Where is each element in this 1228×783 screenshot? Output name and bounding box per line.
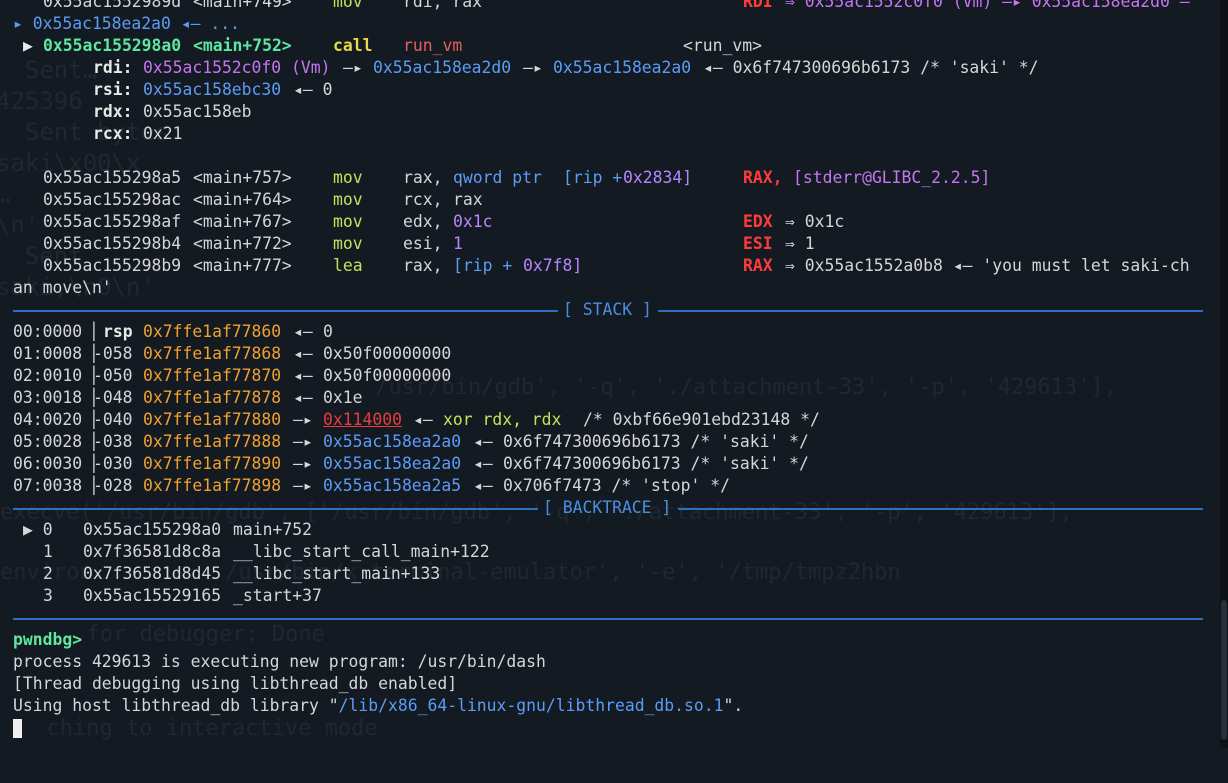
prompt-line[interactable]: pwndbg> xyxy=(13,629,1203,651)
output-line: Using host libthread_db library "/lib/x8… xyxy=(13,696,744,715)
call-arg-rdx: rdx: 0x55ac158eb xyxy=(93,102,252,121)
disasm-line: 0x55ac155298ac <main+764> mov rcx, rax xyxy=(43,190,483,209)
terminal-scrollbar[interactable] xyxy=(1220,0,1228,748)
output-line: process 429613 is executing new program:… xyxy=(13,652,546,671)
backtrace-title: [ BACKTRACE ] xyxy=(543,498,672,517)
stack-row: 03:0018 │ -048 0x7ffe1af77878 ◂— 0x1e xyxy=(13,388,363,407)
input-line[interactable] xyxy=(13,717,1203,739)
current-instruction: ▶ 0x55ac155298a0 <main+752> call run_vm … xyxy=(23,36,762,55)
scrollbar-thumb[interactable] xyxy=(1221,600,1227,740)
code-address-link[interactable]: 0x114000 xyxy=(323,409,402,431)
output-line: [Thread debugging using libthread_db ena… xyxy=(13,674,458,693)
stack-row: 02:0010 │ -050 0x7ffe1af77870 ◂— 0x50f00… xyxy=(13,366,452,385)
disasm-line: 0x55ac155298a5 <main+757> mov rax, qword… xyxy=(43,168,991,187)
disasm-line: 0x55ac1552989d <main+749> mov rdi, rax R… xyxy=(43,0,1190,11)
call-arg-rdi: rdi: 0x55ac1552c0f0 (Vm) —▸ 0x55ac158ea2… xyxy=(93,58,1039,77)
call-arg-rsi: rsi: 0x55ac158ebc30 ◂— 0 xyxy=(93,80,333,99)
call-arg-rcx: rcx: 0x21 xyxy=(93,124,183,143)
stack-row: 00:0000 │ rsp 0x7ffe1af77860 ◂— 0 xyxy=(13,322,333,341)
stack-row: 01:0008 │ -058 0x7ffe1af77868 ◂— 0x50f00… xyxy=(13,344,452,363)
backtrace-frame: 2 0x7f36581d8d45 __libc_start_main+133 xyxy=(43,564,441,583)
disasm-line: 0x55ac155298af <main+767> mov edx, 0x1c … xyxy=(43,212,845,231)
pwndbg-terminal[interactable]: 0x55ac1552989d <main+749> mov rdi, rax R… xyxy=(13,0,1203,739)
stack-title: [ STACK ] xyxy=(563,300,652,319)
backtrace-frame: ▶ 0 0x55ac155298a0 main+752 xyxy=(23,520,312,539)
backtrace-frame: 1 0x7f36581d8c8a __libc_start_call_main+… xyxy=(43,542,490,561)
stack-row: 07:0038 │ -028 0x7ffe1af77898 —▸ 0x55ac1… xyxy=(13,476,730,495)
stack-row: 04:0020 │ -040 0x7ffe1af77880 —▸ 0x11400… xyxy=(13,409,820,431)
backtrace-frame: 3 0x55ac15529165 _start+37 xyxy=(43,586,322,605)
disasm-line: 0x55ac155298b9 <main+777> lea rax, [rip … xyxy=(43,256,1190,275)
bottom-separator xyxy=(13,618,1203,620)
disasm-line: 0x55ac155298b4 <main+772> mov esi, 1 ESI… xyxy=(43,234,815,253)
stack-row: 06:0030 │ -030 0x7ffe1af77890 —▸ 0x55ac1… xyxy=(13,454,809,473)
pwndbg-prompt: pwndbg> xyxy=(13,630,83,649)
stack-row: 05:0028 │ -038 0x7ffe1af77888 —▸ 0x55ac1… xyxy=(13,432,809,451)
wrapped-line: an move\n' xyxy=(13,278,112,297)
terminal-cursor xyxy=(13,719,22,738)
backtrace-separator: [ BACKTRACE ] xyxy=(13,497,1203,519)
disasm-continuation: ▸ 0x55ac158ea2a0 ◂— ... xyxy=(13,14,240,33)
stack-separator: [ STACK ] xyxy=(13,299,1203,321)
